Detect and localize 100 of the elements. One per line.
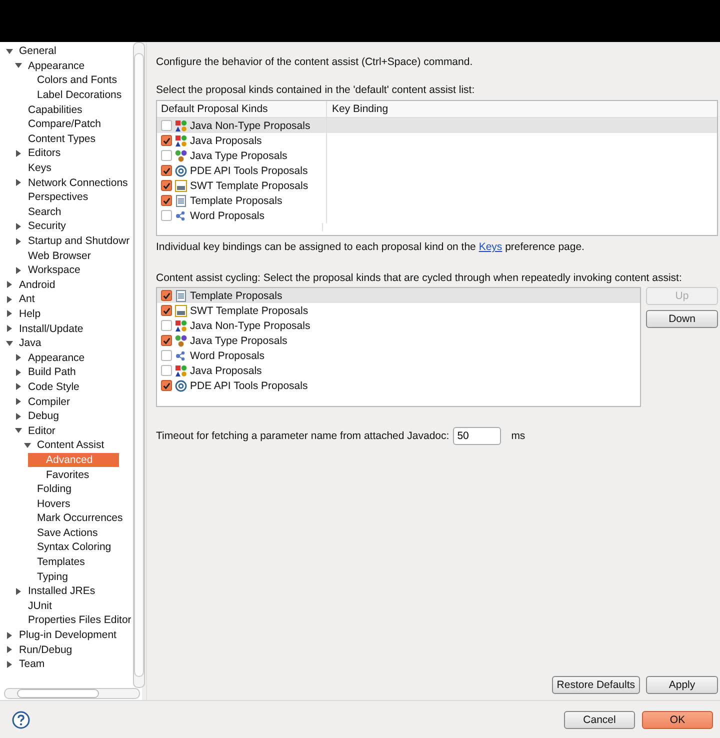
collapse-icon[interactable] — [15, 62, 22, 70]
list-row[interactable]: Template Proposals — [157, 288, 640, 303]
tree-item[interactable]: Keys — [26, 161, 54, 176]
expand-icon[interactable] — [15, 222, 22, 230]
tree-item[interactable]: Appearance — [26, 58, 87, 73]
table-row[interactable]: Word Proposals — [157, 208, 717, 223]
table-row[interactable]: Java Proposals — [157, 133, 717, 148]
tree-item[interactable]: Search — [26, 204, 64, 219]
tree-item[interactable]: Hovers — [35, 496, 72, 511]
down-button[interactable]: Down — [646, 310, 718, 328]
keys-link[interactable]: Keys — [478, 241, 502, 253]
tree-item[interactable]: Java — [17, 336, 44, 350]
tree-item[interactable]: Team — [17, 657, 47, 672]
tree-item[interactable]: Compiler — [26, 394, 72, 409]
checkbox[interactable] — [161, 350, 172, 361]
expand-icon[interactable] — [15, 398, 22, 406]
timeout-field[interactable]: 50 — [453, 427, 502, 445]
tree-item[interactable]: Compare/Patch — [26, 117, 103, 132]
tree-item[interactable]: Capabilities — [26, 102, 84, 117]
expand-icon[interactable] — [6, 646, 13, 654]
expand-icon[interactable] — [15, 383, 22, 390]
tree-item[interactable]: Ant — [17, 292, 37, 306]
expand-icon[interactable] — [15, 266, 22, 274]
collapse-icon[interactable] — [24, 442, 31, 449]
tree-item[interactable]: Typing — [35, 570, 70, 584]
column-header[interactable]: Default Proposal Kinds — [157, 101, 327, 117]
checkbox[interactable] — [161, 380, 172, 391]
list-row[interactable]: Java Type Proposals — [157, 333, 640, 348]
tree-item[interactable]: Debug — [26, 409, 61, 424]
expand-icon[interactable] — [15, 238, 22, 245]
tree-item[interactable]: General — [17, 44, 58, 58]
apply-button[interactable]: Apply — [646, 676, 718, 694]
table-row[interactable]: Java Non-Type Proposals — [157, 118, 717, 133]
checkbox[interactable] — [161, 120, 172, 131]
checkbox[interactable] — [161, 365, 172, 376]
tree-item[interactable]: Mark Occurrences — [35, 511, 125, 526]
expand-icon[interactable] — [6, 296, 13, 303]
tree-item[interactable]: Network Connections — [26, 176, 130, 190]
expand-icon[interactable] — [15, 179, 22, 186]
expand-icon[interactable] — [6, 660, 13, 668]
expand-icon[interactable] — [15, 150, 22, 157]
help-icon[interactable] — [12, 710, 30, 728]
checkbox[interactable] — [161, 210, 172, 221]
restore-defaults-button[interactable]: Restore Defaults — [552, 676, 640, 694]
tree-item[interactable]: Startup and Shutdowr — [26, 234, 132, 248]
checkbox[interactable] — [161, 150, 172, 161]
tree-item[interactable]: Folding — [35, 482, 74, 496]
tree-item[interactable]: Favorites — [44, 468, 92, 482]
tree-item[interactable]: Plug-in Development — [17, 628, 118, 642]
tree-item[interactable]: Perspectives — [26, 190, 90, 204]
checkbox[interactable] — [161, 290, 172, 301]
list-row[interactable]: Java Non-Type Proposals — [157, 318, 640, 333]
checkbox[interactable] — [161, 135, 172, 146]
list-row[interactable]: Java Proposals — [157, 363, 640, 378]
collapse-icon[interactable] — [6, 340, 13, 347]
ok-button[interactable]: OK — [642, 710, 713, 728]
tree-item[interactable]: Code Style — [26, 380, 82, 394]
list-row[interactable]: PDE API Tools Proposals — [157, 378, 640, 393]
tree-item[interactable]: Workspace — [26, 263, 82, 278]
tree-item[interactable]: Editor — [26, 424, 58, 438]
tree-item[interactable]: Colors and Fonts — [35, 73, 119, 88]
tree-item[interactable]: Run/Debug — [17, 642, 74, 657]
table-row[interactable]: Template Proposals — [157, 193, 717, 208]
expand-icon[interactable] — [15, 368, 22, 376]
vertical-scrollbar[interactable] — [133, 42, 146, 688]
collapse-icon[interactable] — [15, 427, 22, 434]
tree-item[interactable]: Appearance — [26, 350, 87, 365]
tree-item[interactable]: Content Types — [26, 132, 98, 146]
tree-item[interactable]: Properties Files Editor — [26, 613, 134, 628]
tree-item[interactable]: Syntax Coloring — [35, 540, 114, 554]
tree-item[interactable]: Install/Update — [17, 322, 86, 336]
expand-icon[interactable] — [6, 310, 13, 318]
expand-icon[interactable] — [15, 354, 22, 362]
expand-icon[interactable] — [15, 588, 22, 595]
tree-item[interactable]: Installed JREs — [26, 584, 98, 598]
tree-item[interactable]: Templates — [35, 555, 87, 570]
checkbox[interactable] — [161, 195, 172, 206]
cancel-button[interactable]: Cancel — [564, 710, 635, 728]
tree-item[interactable]: Save Actions — [35, 526, 100, 540]
tree-item[interactable]: Label Decorations — [35, 88, 124, 102]
checkbox[interactable] — [161, 320, 172, 331]
collapse-icon[interactable] — [6, 48, 13, 55]
list-row[interactable]: SWT Template Proposals — [157, 303, 640, 318]
expand-icon[interactable] — [15, 412, 22, 420]
table-row[interactable]: SWT Template Proposals — [157, 178, 717, 193]
checkbox[interactable] — [161, 335, 172, 346]
expand-icon[interactable] — [6, 632, 13, 639]
table-row[interactable]: Java Type Proposals — [157, 148, 717, 163]
tree-item[interactable]: JUnit — [26, 598, 54, 613]
checkbox[interactable] — [161, 180, 172, 191]
tree-item[interactable]: Security — [26, 219, 68, 234]
tree-item[interactable]: Help — [17, 306, 43, 321]
tree-item[interactable]: Build Path — [26, 365, 78, 380]
checkbox[interactable] — [161, 305, 172, 316]
tree-item[interactable]: Editors — [26, 146, 63, 160]
list-row[interactable]: Word Proposals — [157, 348, 640, 363]
tree-item[interactable]: Content Assist — [35, 438, 106, 452]
tree-item[interactable]: Android — [17, 278, 58, 292]
horizontal-scrollbar[interactable] — [4, 688, 140, 699]
tree-item[interactable]: Web Browser — [26, 248, 93, 263]
